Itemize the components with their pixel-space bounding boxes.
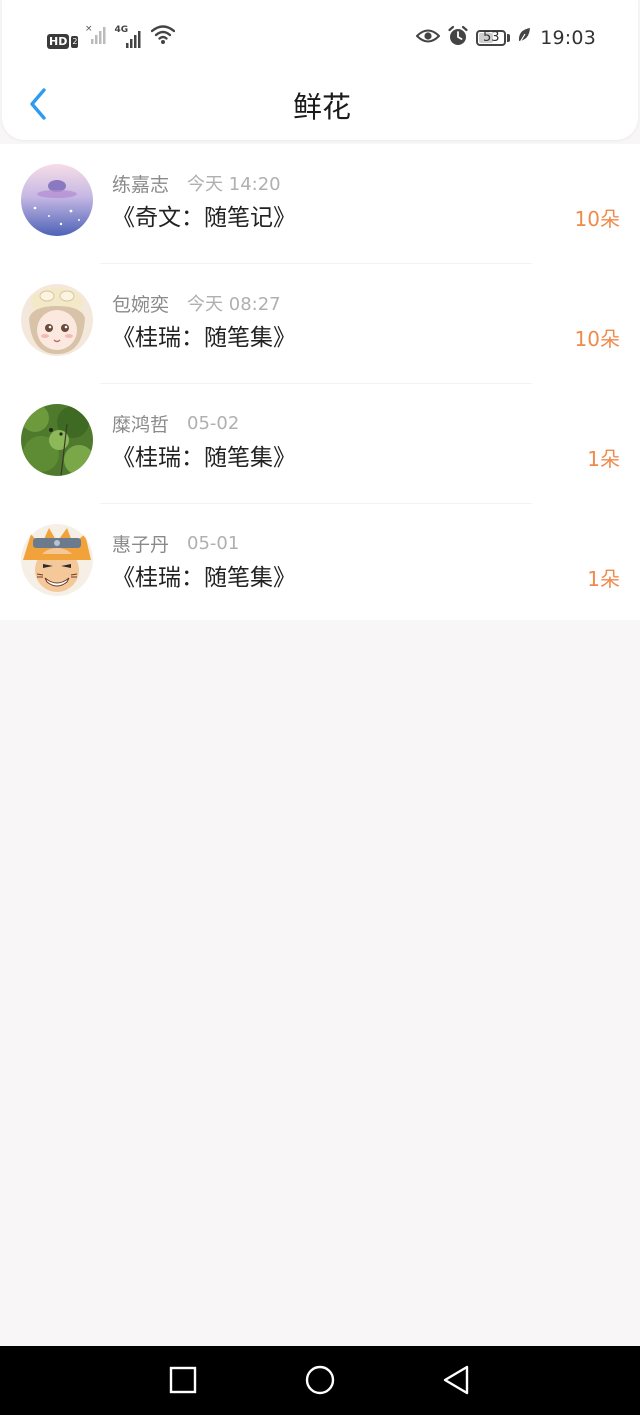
status-right: 53 19:03: [415, 25, 596, 51]
system-back-button[interactable]: [436, 1362, 476, 1402]
flower-list: 练嘉志 今天 14:20 《奇文：随笔记》 10朵 包婉奕 今天 08:27 《…: [0, 144, 640, 620]
avatar: [21, 404, 93, 476]
work-title: 《桂瑞：随笔集》: [112, 565, 296, 591]
post-time: 今天 08:27: [187, 294, 281, 315]
system-navigation-bar: [0, 1346, 640, 1415]
post-time: 今天 14:20: [187, 174, 281, 195]
home-button[interactable]: [300, 1362, 340, 1402]
sim-label: 2: [71, 35, 79, 48]
avatar: [21, 284, 93, 356]
user-name: 练嘉志: [112, 173, 170, 196]
eye-icon: [415, 27, 441, 49]
list-item[interactable]: 糜鸿哲 05-02 《桂瑞：随笔集》 1朵: [0, 384, 640, 504]
list-item[interactable]: 惠子丹 05-01 《桂瑞：随笔集》 1朵: [0, 504, 640, 624]
hd-label: HD: [47, 34, 70, 49]
recent-apps-button[interactable]: [163, 1362, 203, 1402]
svg-text:×: ×: [85, 24, 93, 34]
triangle-back-icon: [441, 1364, 471, 1400]
work-title: 《桂瑞：随笔集》: [112, 325, 296, 351]
signal-no-service-icon: ×: [85, 23, 107, 49]
signal-4g-icon: 4G: [114, 25, 144, 49]
post-time: 05-02: [187, 412, 240, 434]
item-meta: 包婉奕 今天 08:27: [112, 290, 281, 316]
user-name: 惠子丹: [112, 533, 170, 556]
nav-bar: 鲜花: [2, 76, 640, 140]
battery-tip: [507, 34, 511, 42]
post-time: 05-01: [187, 532, 240, 554]
flower-count: 10朵: [574, 207, 620, 231]
status-clock: 19:03: [540, 27, 596, 49]
item-meta: 惠子丹 05-01: [112, 530, 239, 556]
battery-level: 53: [482, 30, 500, 45]
page-title: 鲜花: [292, 90, 351, 124]
status-bar: HD 2 × 4G 53 19:03: [2, 0, 640, 76]
list-item[interactable]: 包婉奕 今天 08:27 《桂瑞：随笔集》 10朵: [0, 264, 640, 384]
alarm-icon: [447, 25, 469, 51]
work-title: 《奇文：随笔记》: [112, 205, 296, 231]
user-name: 糜鸿哲: [112, 413, 170, 436]
circle-icon: [304, 1364, 336, 1400]
flower-count: 1朵: [587, 447, 620, 471]
flower-count: 10朵: [574, 327, 620, 351]
header-card: HD 2 × 4G 53 19:03 鲜花: [2, 0, 638, 140]
hd-voice-badge: HD 2: [47, 34, 79, 49]
item-meta: 糜鸿哲 05-02: [112, 410, 239, 436]
battery-icon: 53: [476, 30, 507, 46]
wifi-icon: [151, 23, 176, 49]
avatar: [21, 164, 93, 236]
work-title: 《桂瑞：随笔集》: [112, 445, 296, 471]
status-left: HD 2 × 4G: [47, 24, 176, 49]
square-icon: [168, 1365, 198, 1399]
flower-count: 1朵: [587, 567, 620, 591]
item-meta: 练嘉志 今天 14:20: [112, 170, 281, 196]
list-item[interactable]: 练嘉志 今天 14:20 《奇文：随笔记》 10朵: [0, 144, 640, 264]
user-name: 包婉奕: [112, 293, 170, 316]
leaf-icon: [517, 27, 531, 49]
avatar: [21, 524, 93, 596]
